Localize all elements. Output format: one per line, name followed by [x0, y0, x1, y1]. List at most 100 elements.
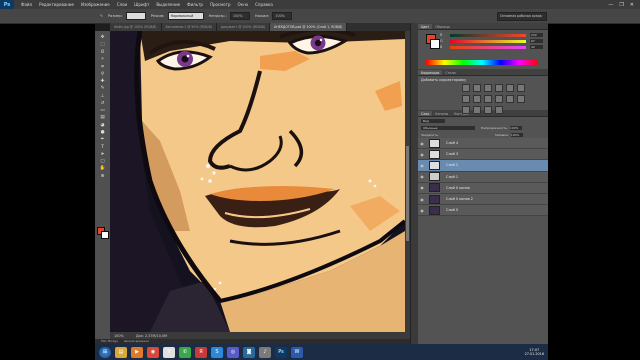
yandex-browser-icon[interactable]: Я — [195, 346, 207, 358]
opacity-field[interactable]: 100% — [229, 12, 250, 20]
workspace-select[interactable]: Основная рабочая среда — [497, 11, 547, 21]
eraser-icon[interactable]: ▭ — [97, 107, 108, 114]
doc-tab[interactable]: Без имени-1 @ 50% (RGB/8) — [161, 23, 217, 31]
camera-icon[interactable]: ◙ — [243, 346, 255, 358]
layer-row[interactable]: ◉ Слой 0 копия 2 — [418, 193, 548, 206]
layer-row[interactable]: ◉ Слой 4 — [418, 138, 548, 150]
close-button[interactable]: ✕ — [630, 2, 634, 8]
whatsapp-icon[interactable]: ✆ — [179, 346, 191, 358]
adjustment-icon[interactable] — [495, 95, 503, 103]
layer-row[interactable]: ◉ Слой 0 копия — [418, 182, 548, 194]
eye-icon[interactable]: ◉ — [418, 163, 426, 168]
adjustment-icon[interactable] — [484, 84, 492, 92]
eyedropper-icon[interactable]: ⚲ — [97, 70, 108, 77]
tab-layers[interactable]: Слои — [418, 111, 433, 116]
menu-select[interactable]: Выделение — [156, 2, 180, 7]
sound-icon[interactable]: ♪ — [259, 346, 271, 358]
adjustment-icon[interactable] — [473, 95, 481, 103]
scroll-thumb[interactable] — [406, 146, 409, 241]
tab-color[interactable]: Цвет — [418, 24, 433, 29]
photoshop-icon[interactable]: Ps — [275, 346, 287, 358]
media-player-icon[interactable]: ▶ — [131, 346, 143, 358]
tab-adjustments[interactable]: Коррекция — [418, 70, 443, 75]
panel-background-swatch[interactable] — [430, 39, 440, 49]
adjustment-icon[interactable] — [462, 84, 470, 92]
eye-icon[interactable]: ◉ — [418, 152, 426, 157]
doc-tab-active[interactable]: АНЕКДОТОВ.psd @ 100% (Слой 1, RGB/8) — [270, 23, 348, 31]
blue-slider[interactable] — [450, 45, 526, 49]
menu-type[interactable]: Шрифт — [134, 2, 149, 7]
eye-icon[interactable]: ◉ — [418, 208, 426, 213]
brush-icon[interactable]: ✎ — [97, 85, 108, 92]
menu-window[interactable]: Окно — [238, 2, 249, 7]
crop-icon[interactable]: ⌗ — [97, 63, 108, 70]
eye-icon[interactable]: ◉ — [418, 174, 426, 179]
doc-tab[interactable]: документ @ 100% (RGB/8) — [216, 23, 271, 31]
dodge-icon[interactable]: ● — [97, 129, 108, 136]
chrome-icon[interactable]: ◉ — [147, 346, 159, 358]
background-color-swatch[interactable] — [101, 231, 109, 239]
stamp-icon[interactable]: ⊥ — [97, 92, 108, 99]
green-slider[interactable] — [450, 39, 526, 43]
marquee-icon[interactable]: ⬚ — [97, 41, 108, 48]
adjustment-icon[interactable] — [462, 95, 470, 103]
color-spectrum-bar[interactable] — [426, 60, 538, 65]
skype-icon[interactable]: S — [211, 346, 223, 358]
blur-icon[interactable]: ◕ — [97, 122, 108, 129]
menu-layer[interactable]: Слои — [117, 2, 127, 7]
adjustment-icon[interactable] — [517, 95, 525, 103]
adjustment-icon[interactable] — [473, 84, 481, 92]
doc-tab[interactable]: Файл.jpg @ 100% (RGB/8) — [110, 23, 162, 31]
red-value[interactable]: 232 — [530, 33, 543, 37]
tab-channels[interactable]: Каналы — [432, 111, 451, 116]
brush-size-field[interactable] — [125, 12, 146, 20]
layer-row[interactable]: ◉ Слой 1 — [418, 171, 548, 183]
shape-icon[interactable]: ▢ — [97, 158, 108, 165]
menu-image[interactable]: Изображение — [81, 2, 110, 7]
pen-icon[interactable]: ✒ — [97, 136, 108, 143]
tab-styles[interactable]: Стили — [442, 70, 458, 75]
mode-select[interactable]: Нормальный — [167, 12, 204, 20]
adjustment-icon[interactable] — [484, 106, 492, 114]
adjustment-icon[interactable] — [495, 84, 503, 92]
adjustment-icon[interactable] — [484, 95, 492, 103]
adjustment-icon[interactable] — [473, 106, 481, 114]
blue-value[interactable]: 42 — [530, 45, 543, 49]
system-clock[interactable]: 17:07 27.01.2016 — [525, 348, 544, 357]
brush-tool-icon[interactable]: ✎ — [100, 14, 103, 18]
tab-swatches[interactable]: Образцы — [432, 24, 453, 29]
eye-icon[interactable]: ◉ — [418, 141, 426, 146]
adjustment-icon[interactable] — [506, 95, 514, 103]
start-button-icon[interactable]: ⊞ — [99, 346, 111, 358]
history-brush-icon[interactable]: ↺ — [97, 100, 108, 107]
document-canvas[interactable] — [110, 31, 405, 332]
folder-icon[interactable]: ▤ — [115, 346, 127, 358]
layer-row[interactable]: ◉ Слой 0 — [418, 205, 548, 217]
layer-row[interactable]: ◉ Слой 3 — [418, 149, 548, 161]
word-icon[interactable]: W — [291, 346, 303, 358]
menu-view[interactable]: Просмотр — [210, 2, 231, 7]
menu-file[interactable]: Файл — [21, 2, 32, 7]
path-select-icon[interactable]: ➤ — [97, 151, 108, 158]
minimize-button[interactable]: — — [608, 2, 613, 8]
move-icon[interactable]: ✥ — [97, 34, 108, 41]
layer-opacity-field[interactable]: 100% — [509, 125, 522, 130]
adjustment-icon[interactable] — [517, 84, 525, 92]
flow-field[interactable]: 100% — [272, 12, 293, 20]
hand-icon[interactable]: ✋ — [97, 165, 108, 172]
red-slider[interactable] — [450, 33, 526, 37]
menu-help[interactable]: Справка — [255, 2, 273, 7]
zoom-icon[interactable]: ⊕ — [97, 173, 108, 180]
eye-icon[interactable]: ◉ — [418, 185, 426, 190]
menu-filter[interactable]: Фильтр — [187, 2, 203, 7]
adjustment-icon[interactable] — [462, 106, 470, 114]
lasso-icon[interactable]: ʘ — [97, 49, 108, 56]
media-icon[interactable]: ◎ — [227, 346, 239, 358]
blend-mode-select[interactable]: Обычные — [421, 125, 475, 130]
zoom-level[interactable]: 100% — [114, 334, 132, 338]
menu-edit[interactable]: Редактирование — [39, 2, 74, 7]
yandex-icon[interactable]: Y — [163, 346, 175, 358]
layer-row[interactable]: ◉ Слой 2 — [418, 160, 548, 172]
magic-wand-icon[interactable]: ✧ — [97, 56, 108, 63]
adjustment-icon[interactable] — [495, 106, 503, 114]
